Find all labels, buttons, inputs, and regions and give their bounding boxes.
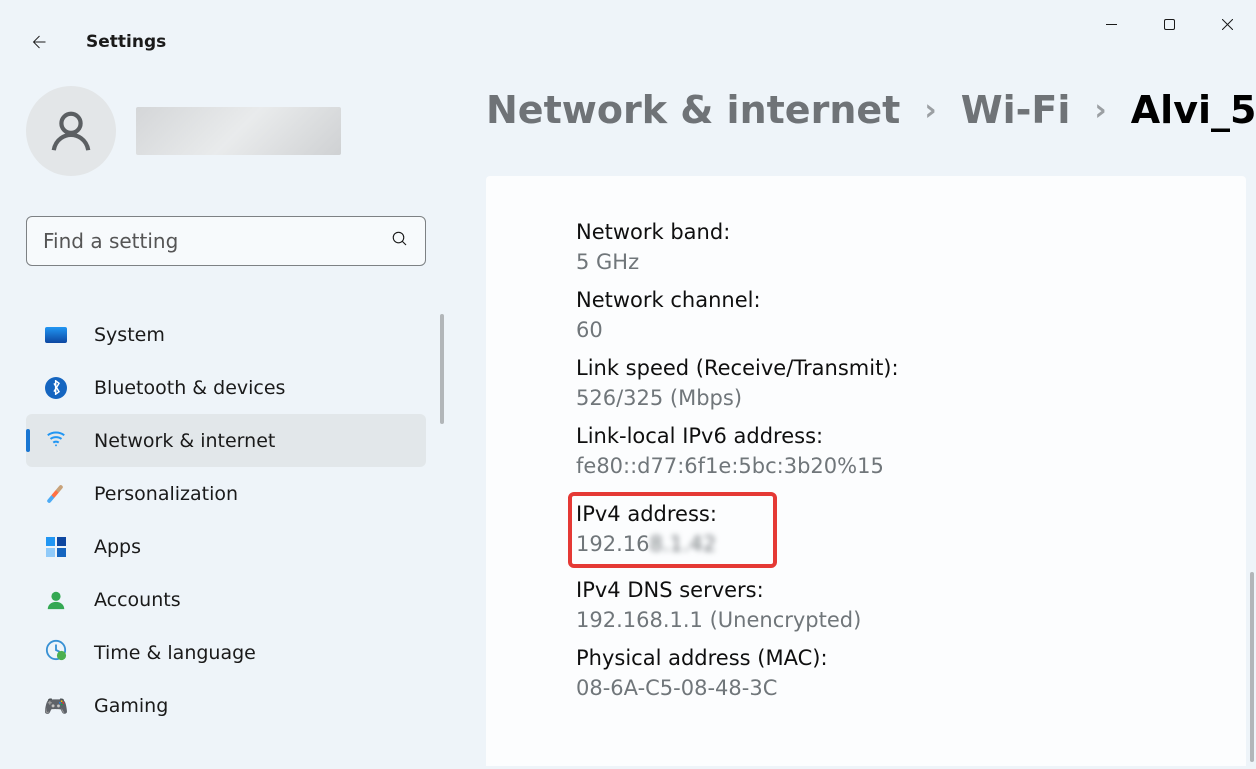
apps-icon <box>44 535 68 559</box>
prop-label: IPv4 DNS servers: <box>576 578 1156 602</box>
prop-value: 526/325 (Mbps) <box>576 386 1156 410</box>
sidebar-item-network[interactable]: Network & internet <box>26 414 426 467</box>
sidebar-item-label: Apps <box>94 536 141 558</box>
sidebar-item-apps[interactable]: Apps <box>26 520 426 573</box>
monitor-icon <box>44 323 68 347</box>
prop-label: Link speed (Receive/Transmit): <box>576 356 1156 380</box>
prop-label: Physical address (MAC): <box>576 646 1156 670</box>
sidebar-nav: System Bluetooth & devices Network & int… <box>26 308 426 732</box>
chevron-right-icon: › <box>924 93 936 128</box>
chevron-right-icon: › <box>1094 93 1106 128</box>
gamepad-icon: 🎮 <box>44 694 68 718</box>
prop-value: 5 GHz <box>576 250 1156 274</box>
breadcrumb: Network & internet › Wi-Fi › Alvi_5G <box>486 88 1246 132</box>
ipv4-redacted: 8.1.42 <box>649 532 716 556</box>
sidebar-item-label: System <box>94 324 165 346</box>
content-scrollbar[interactable] <box>1250 572 1254 762</box>
user-name-redacted <box>136 107 341 155</box>
sidebar-item-label: Personalization <box>94 483 238 505</box>
prop-label: IPv4 address: <box>576 502 717 526</box>
sidebar-item-label: Accounts <box>94 589 181 611</box>
search-icon <box>391 230 409 252</box>
window-controls <box>1082 0 1256 48</box>
sidebar-item-accounts[interactable]: Accounts <box>26 573 426 626</box>
prop-value: 192.16 <box>576 532 649 556</box>
sidebar-item-personalization[interactable]: Personalization <box>26 467 426 520</box>
breadcrumb-root[interactable]: Network & internet <box>486 88 900 132</box>
sidebar-scrollbar[interactable] <box>440 314 444 424</box>
back-button[interactable] <box>18 22 58 62</box>
bluetooth-icon <box>44 376 68 400</box>
sidebar-item-gaming[interactable]: 🎮 Gaming <box>26 679 426 732</box>
close-button[interactable] <box>1198 0 1256 48</box>
maximize-button[interactable] <box>1140 0 1198 48</box>
prop-label: Link-local IPv6 address: <box>576 424 1156 448</box>
search-box[interactable] <box>26 216 426 266</box>
breadcrumb-current: Alvi_5G <box>1131 88 1256 132</box>
properties-panel: Network band: 5 GHz Network channel: 60 … <box>486 176 1246 766</box>
clock-globe-icon <box>44 641 68 665</box>
sidebar-item-label: Bluetooth & devices <box>94 377 285 399</box>
search-input[interactable] <box>43 229 391 253</box>
avatar <box>26 86 116 176</box>
prop-value: 08-6A-C5-08-48-3C <box>576 676 1156 700</box>
sidebar-item-label: Time & language <box>94 642 256 664</box>
user-profile[interactable] <box>26 86 426 176</box>
sidebar-item-bluetooth[interactable]: Bluetooth & devices <box>26 361 426 414</box>
sidebar-item-label: Network & internet <box>94 430 275 452</box>
sidebar-item-time-language[interactable]: Time & language <box>26 626 426 679</box>
prop-value: 192.168.1.1 (Unencrypted) <box>576 608 1156 632</box>
prop-label: Network band: <box>576 220 1156 244</box>
prop-value: 60 <box>576 318 1156 342</box>
app-title: Settings <box>86 32 166 52</box>
sidebar-item-system[interactable]: System <box>26 308 426 361</box>
accounts-icon <box>44 588 68 612</box>
paintbrush-icon <box>44 482 68 506</box>
ipv4-highlight: IPv4 address: 192.168.1.42 <box>568 492 777 568</box>
minimize-button[interactable] <box>1082 0 1140 48</box>
sidebar-item-label: Gaming <box>94 695 168 717</box>
wifi-icon <box>44 429 68 453</box>
prop-label: Network channel: <box>576 288 1156 312</box>
breadcrumb-mid[interactable]: Wi-Fi <box>961 88 1071 132</box>
prop-value: fe80::d77:6f1e:5bc:3b20%15 <box>576 454 1156 478</box>
